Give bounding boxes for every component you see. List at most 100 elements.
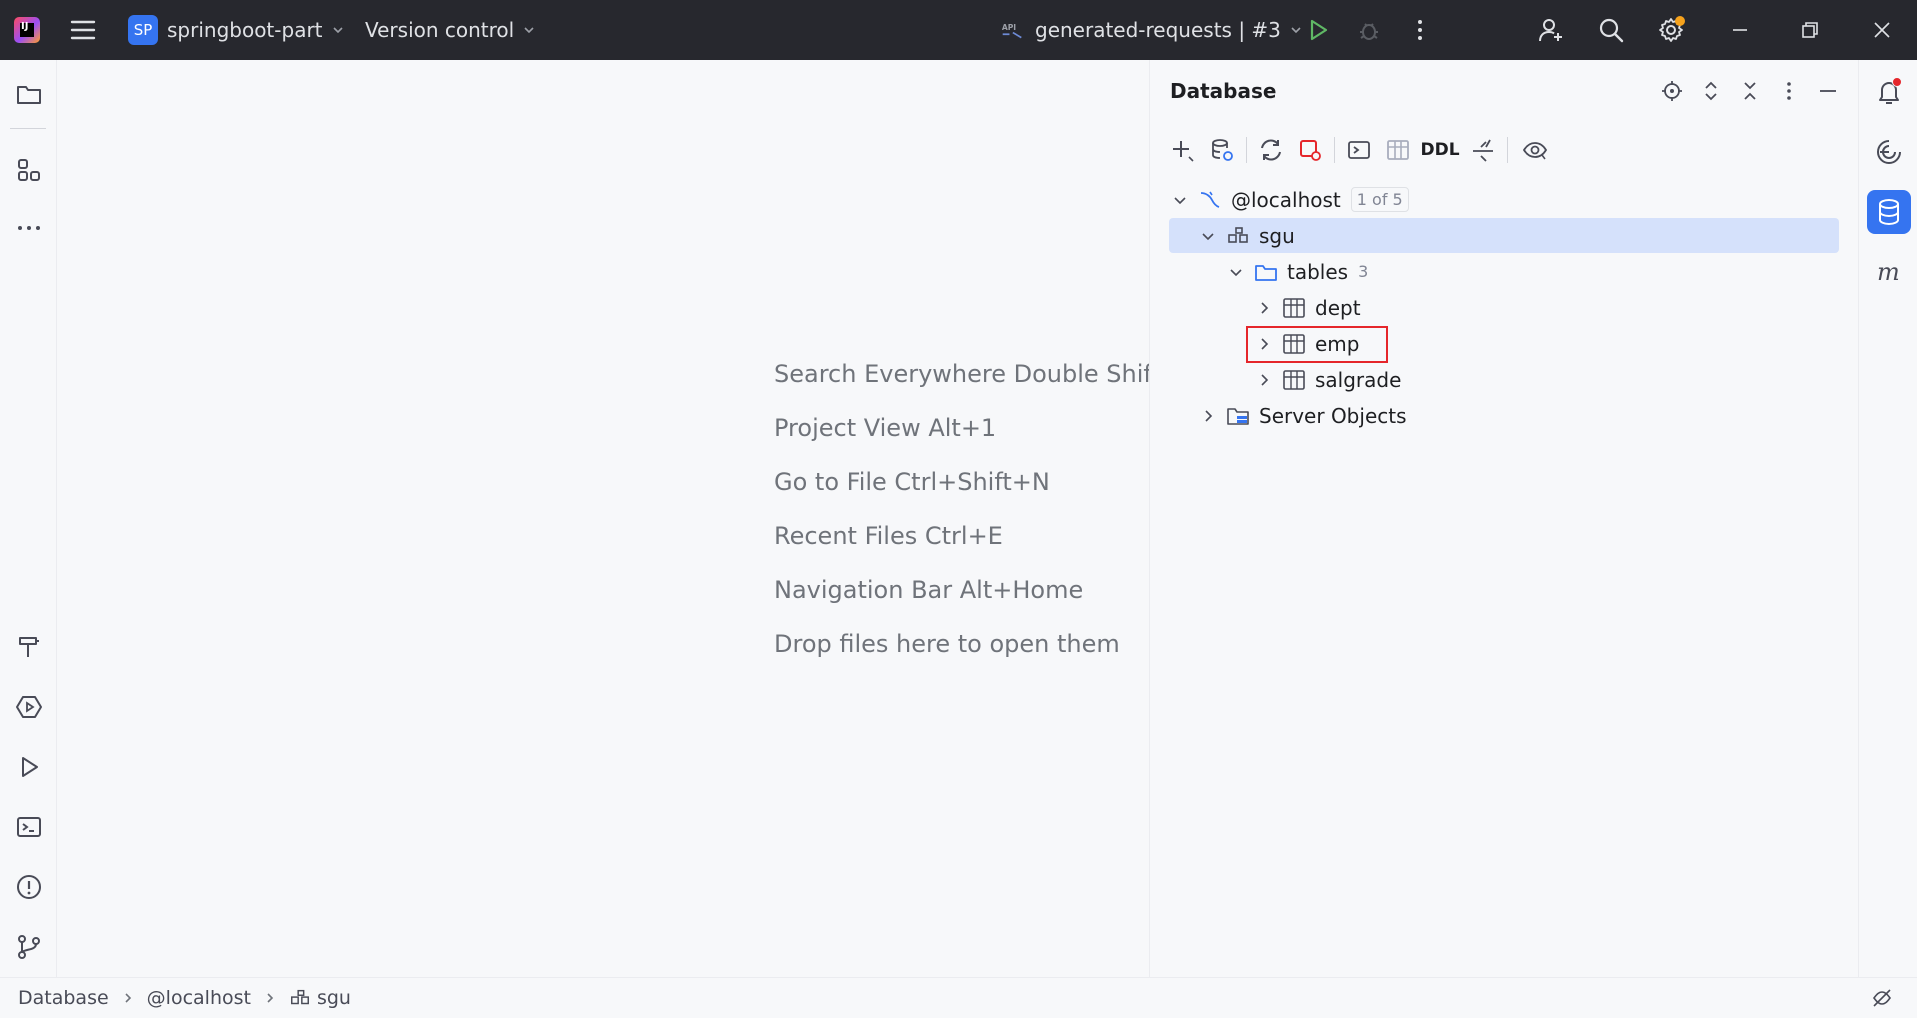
hide-panel-button[interactable] xyxy=(1813,76,1843,106)
add-icon xyxy=(1173,141,1194,162)
collapse-all-icon xyxy=(1744,82,1756,100)
editor-area: Search Everywhere Double Shift Project V… xyxy=(58,60,1161,977)
highlight-box xyxy=(1246,326,1388,363)
run-config-selector[interactable]: API generated-requests | #3 xyxy=(1001,0,1303,60)
strip-divider xyxy=(10,128,46,129)
more-vertical-icon xyxy=(1787,82,1791,100)
debug-button[interactable] xyxy=(1351,12,1387,48)
database-icon xyxy=(1879,199,1899,226)
data-source-properties-button[interactable] xyxy=(1205,133,1239,167)
more-tools-button[interactable] xyxy=(11,210,47,246)
problems-tool-button[interactable] xyxy=(11,869,47,905)
intellij-idea-logo[interactable]: IJ xyxy=(14,17,40,43)
locate-icon xyxy=(1662,81,1682,101)
main-menu-button[interactable] xyxy=(70,0,100,60)
terminal-tool-button[interactable] xyxy=(11,809,47,845)
schema-label: sgu xyxy=(1259,223,1295,248)
project-tool-button[interactable] xyxy=(11,76,47,112)
expand-all-button[interactable] xyxy=(1696,76,1726,106)
hint-go-to-file: Go to File Ctrl+Shift+N xyxy=(774,468,1050,496)
tree-node-schema-sgu[interactable]: sgu xyxy=(1169,218,1839,253)
refresh-button[interactable] xyxy=(1254,133,1288,167)
chevron-right-icon[interactable] xyxy=(1197,405,1219,427)
run-tool-button[interactable] xyxy=(11,749,47,785)
vcs-label: Version control xyxy=(365,18,515,42)
chevron-down-icon[interactable] xyxy=(1169,189,1191,211)
debug-icon xyxy=(1360,23,1378,40)
open-console-button[interactable] xyxy=(1342,133,1376,167)
project-badge: SP xyxy=(128,15,158,45)
disconnect-icon xyxy=(1300,140,1321,161)
search-icon xyxy=(1599,18,1624,43)
run-icon xyxy=(1310,19,1328,41)
breadcrumb-label: Database xyxy=(18,987,109,1009)
power-save-button[interactable] xyxy=(1871,987,1893,1009)
breadcrumb-sgu[interactable]: sgu xyxy=(289,987,351,1009)
chevron-right-icon xyxy=(125,993,131,1003)
tree-node-server-objects[interactable]: Server Objects xyxy=(1169,398,1839,433)
ai-assistant-button[interactable] xyxy=(1867,130,1911,174)
refresh-icon xyxy=(1261,139,1281,161)
vcs-selector[interactable]: Version control xyxy=(365,0,536,60)
notification-badge xyxy=(1892,77,1902,87)
chevron-right-icon[interactable] xyxy=(1253,297,1275,319)
locate-button[interactable] xyxy=(1657,76,1687,106)
chevron-down-icon[interactable] xyxy=(1225,261,1247,283)
minimize-button[interactable] xyxy=(1722,12,1758,48)
hint-search-everywhere: Search Everywhere Double Shift xyxy=(774,360,1161,388)
tree-node-tables-folder[interactable]: tables 3 xyxy=(1169,254,1839,289)
database-tool-button[interactable] xyxy=(1867,190,1911,234)
disconnect-button[interactable] xyxy=(1293,133,1327,167)
toolbar-divider xyxy=(1334,137,1335,163)
title-bar: IJ SP springboot-part Version control AP… xyxy=(0,0,1917,60)
run-button[interactable] xyxy=(1300,12,1336,48)
chevron-down-icon xyxy=(524,27,534,34)
breadcrumb-label: sgu xyxy=(316,987,351,1009)
tables-count: 3 xyxy=(1358,262,1369,281)
notifications-button[interactable] xyxy=(1867,70,1911,114)
maven-tool-button[interactable]: m xyxy=(1867,250,1911,294)
close-icon xyxy=(1874,22,1890,38)
hint-project-view: Project View Alt+1 xyxy=(774,414,997,442)
view-options-button[interactable] xyxy=(1516,133,1554,167)
git-tool-button[interactable] xyxy=(11,929,47,965)
svg-text:API: API xyxy=(1002,23,1016,32)
schema-icon xyxy=(290,989,309,1005)
collapse-all-button[interactable] xyxy=(1735,76,1765,106)
ddl-button[interactable]: DDL xyxy=(1420,133,1460,167)
chevron-right-icon[interactable] xyxy=(1253,369,1275,391)
project-selector[interactable]: SP springboot-part xyxy=(128,0,345,60)
services-icon xyxy=(16,696,42,718)
right-tool-strip: m xyxy=(1858,60,1917,977)
power-save-icon xyxy=(1872,989,1892,1007)
close-button[interactable] xyxy=(1864,12,1900,48)
add-data-source-button[interactable] xyxy=(1166,133,1200,167)
tables-folder-label: tables xyxy=(1287,259,1349,284)
panel-options-button[interactable] xyxy=(1774,76,1804,106)
services-tool-button[interactable] xyxy=(11,689,47,725)
tree-node-table-salgrade[interactable]: salgrade xyxy=(1169,362,1839,397)
more-actions-button[interactable] xyxy=(1402,12,1438,48)
search-button[interactable] xyxy=(1593,12,1629,48)
settings-button[interactable] xyxy=(1653,12,1689,48)
tree-node-localhost[interactable]: @localhost 1 of 5 xyxy=(1169,182,1839,217)
breadcrumb-database[interactable]: Database xyxy=(18,987,109,1009)
svg-text:m: m xyxy=(1877,258,1900,286)
view-icon xyxy=(1522,142,1548,160)
table-view-button[interactable] xyxy=(1381,133,1415,167)
structure-tool-button[interactable] xyxy=(11,152,47,188)
schema-count-badge[interactable]: 1 of 5 xyxy=(1350,187,1409,212)
data-source-properties-icon xyxy=(1212,139,1233,161)
build-tool-button[interactable] xyxy=(11,629,47,665)
expand-all-icon xyxy=(1705,81,1717,101)
code-with-me-button[interactable] xyxy=(1533,12,1569,48)
chevron-down-icon[interactable] xyxy=(1197,225,1219,247)
database-tool-window: Database DDL @localhost 1 of 5 sgu table… xyxy=(1149,60,1858,977)
jump-to-button[interactable] xyxy=(1466,133,1500,167)
status-bar: Database @localhost sgu xyxy=(0,977,1917,1018)
restore-button[interactable] xyxy=(1792,12,1828,48)
more-horizontal-icon xyxy=(18,226,40,230)
breadcrumb-localhost[interactable]: @localhost xyxy=(147,987,251,1009)
tree-node-table-dept[interactable]: dept xyxy=(1169,290,1839,325)
schema-icon xyxy=(1225,223,1251,249)
